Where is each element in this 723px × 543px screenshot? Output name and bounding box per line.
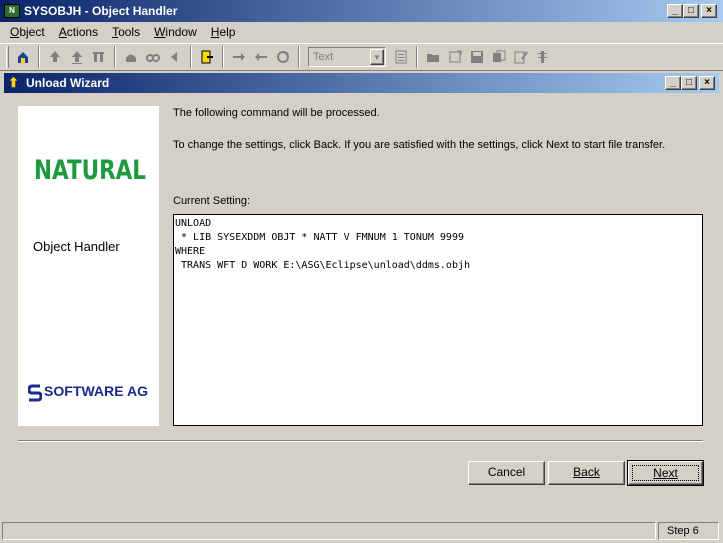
command-line: TRANS WFT D WORK E:\ASG\Eclipse\unload\d… [175, 260, 471, 271]
edit-icon[interactable] [510, 46, 532, 68]
refresh-icon[interactable] [272, 46, 294, 68]
natural-logo: NATURAL [34, 154, 146, 191]
toolbar: Text ▼ [0, 43, 723, 71]
command-textarea[interactable]: UNLOAD * LIB SYSEXDDM OBJT * NATT V FMNU… [173, 214, 703, 426]
menu-bar: Object Actions Tools Window Help [0, 22, 723, 42]
wizard-close-button[interactable]: × [699, 76, 715, 90]
wizard-icon[interactable] [12, 46, 34, 68]
main-caption-buttons: _ □ × [667, 4, 717, 18]
command-line: * LIB SYSEXDDM OBJT * NATT V FMNUM 1 TON… [175, 232, 464, 243]
info-text-processed: The following command will be processed. [173, 107, 380, 119]
svg-text:SOFTWARE AG: SOFTWARE AG [44, 383, 148, 399]
close-button[interactable]: × [701, 4, 717, 18]
current-setting-label: Current Setting: [173, 195, 251, 207]
text-combo-value: Text [313, 51, 334, 63]
tools-icon[interactable] [88, 46, 110, 68]
upload-arrow-icon[interactable]: ⬆ [8, 76, 22, 90]
unload-wizard-window: ⬆ Unload Wizard _ □ × NATURAL Object Han… [4, 73, 719, 517]
toolbar-separator [298, 46, 300, 68]
text-combo[interactable]: Text ▼ [308, 47, 386, 67]
toolbar-separator [416, 46, 418, 68]
wizard-caption-buttons: _ □ × [665, 76, 715, 90]
info-text-instructions: To change the settings, click Back. If y… [173, 139, 666, 151]
save-icon[interactable] [466, 46, 488, 68]
toolbar-separator [190, 46, 192, 68]
divider [18, 440, 703, 442]
status-bar: Step 6 [0, 520, 723, 543]
menu-tools[interactable]: Tools [105, 25, 147, 39]
branding-panel: NATURAL Object Handler SOFTWARE AG [18, 106, 159, 426]
minimize-button[interactable]: _ [667, 4, 683, 18]
next-button-label: Next [653, 466, 678, 480]
maximize-button[interactable]: □ [683, 4, 699, 18]
back-button-label: Back [573, 465, 600, 479]
backward-icon[interactable] [250, 46, 272, 68]
list-icon[interactable] [532, 46, 554, 68]
download-icon[interactable] [66, 46, 88, 68]
menu-help[interactable]: Help [204, 25, 243, 39]
back-button[interactable]: Back [548, 461, 625, 485]
forward-icon[interactable] [228, 46, 250, 68]
svg-text:NATURAL: NATURAL [34, 155, 146, 184]
product-name: Object Handler [33, 239, 120, 254]
next-button[interactable]: Next [627, 460, 704, 486]
command-line: UNLOAD [175, 218, 212, 229]
status-step-pane: Step 6 [658, 522, 719, 540]
command-line: WHERE [175, 246, 206, 257]
menu-actions[interactable]: Actions [52, 25, 105, 39]
chevron-down-icon[interactable]: ▼ [370, 49, 384, 65]
software-ag-mark-icon [27, 383, 43, 403]
back-arrow-icon[interactable] [164, 46, 186, 68]
toolbar-separator [222, 46, 224, 68]
status-main-pane [2, 522, 656, 540]
wizard-minimize-button[interactable]: _ [665, 76, 681, 90]
toolbar-separator [38, 46, 40, 68]
new-icon[interactable] [444, 46, 466, 68]
toolbar-separator [114, 46, 116, 68]
window-title: SYSOBJH - Object Handler [24, 4, 178, 18]
wizard-title-bar: ⬆ Unload Wizard _ □ × [4, 73, 719, 93]
wizard-maximize-button[interactable]: □ [681, 76, 697, 90]
exit-icon[interactable] [196, 46, 218, 68]
menu-object[interactable]: Object [3, 25, 52, 39]
copy-icon[interactable] [488, 46, 510, 68]
main-title-bar: N SYSOBJH - Object Handler _ □ × [0, 0, 723, 22]
find-icon[interactable] [142, 46, 164, 68]
upload-icon[interactable] [44, 46, 66, 68]
properties-icon[interactable] [390, 46, 412, 68]
software-ag-text: SOFTWARE AG [44, 382, 148, 403]
toolbar-grip[interactable] [6, 46, 9, 68]
wizard-title: Unload Wizard [26, 76, 110, 90]
app-icon[interactable]: N [4, 4, 20, 18]
library-icon[interactable] [120, 46, 142, 68]
next-button-focus: Next [632, 465, 699, 481]
open-folder-icon[interactable] [422, 46, 444, 68]
menu-window[interactable]: Window [147, 25, 204, 39]
cancel-button[interactable]: Cancel [468, 461, 545, 485]
software-ag-logo: SOFTWARE AG [27, 382, 148, 403]
